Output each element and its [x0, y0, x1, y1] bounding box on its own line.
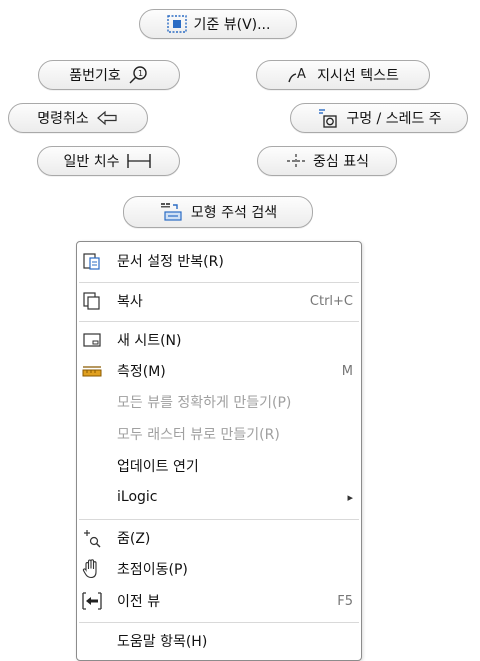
balloon-icon: 1 [127, 65, 149, 85]
context-menu: 문서 설정 반복(R) 복사 Ctrl+C 새 시트(N) 측정(M) M 모든… [76, 241, 362, 661]
leader-text-icon: A [287, 65, 311, 85]
base-view-icon [166, 14, 188, 34]
leader-text-button[interactable]: A 지시선 텍스트 [256, 60, 430, 90]
menu-item-shortcut: F5 [337, 593, 353, 609]
hole-thread-icon [316, 107, 340, 129]
ruler-icon [81, 360, 103, 382]
base-view-button[interactable]: 기준 뷰(V)... [139, 9, 297, 39]
menu-item-make-views-precise[interactable]: 모든 뷰를 정확하게 만들기(P) [77, 387, 361, 417]
retrieve-annotations-label: 모형 주석 검색 [190, 205, 278, 221]
menu-item-label: 복사 [117, 294, 143, 310]
menu-item-make-raster-views[interactable]: 모두 래스터 뷰로 만들기(R) [77, 419, 361, 449]
center-mark-icon [285, 152, 307, 170]
menu-item-shortcut: Ctrl+C [309, 293, 353, 309]
menu-item-label: iLogic [117, 489, 158, 505]
hole-thread-label: 구멍 / 스레드 주 [346, 111, 442, 127]
retrieve-annotations-button[interactable]: 모형 주석 검색 [123, 196, 313, 228]
menu-item-new-sheet[interactable]: 새 시트(N) [77, 325, 361, 355]
menu-item-help[interactable]: 도움말 항목(H) [77, 626, 361, 656]
menu-item-label: 새 시트(N) [117, 333, 182, 349]
menu-separator [79, 622, 359, 623]
menu-separator [79, 282, 359, 283]
center-mark-button[interactable]: 중심 표식 [257, 146, 397, 176]
menu-item-previous-view[interactable]: 이전 뷰 F5 [77, 586, 361, 616]
svg-text:A: A [297, 67, 306, 82]
retrieve-annotations-icon [159, 201, 185, 223]
menu-item-defer-update[interactable]: 업데이트 연기 [77, 451, 361, 481]
menu-item-measure[interactable]: 측정(M) M [77, 356, 361, 386]
menu-item-pan[interactable]: 초점이동(P) [77, 554, 361, 584]
balloon-label: 품번기호 [69, 68, 121, 84]
new-sheet-icon [81, 329, 103, 351]
hole-thread-button[interactable]: 구멍 / 스레드 주 [290, 103, 468, 133]
menu-item-label: 문서 설정 반복(R) [117, 254, 224, 270]
zoom-icon [81, 527, 103, 549]
menu-item-repeat-doc-settings[interactable]: 문서 설정 반복(R) [77, 246, 361, 276]
menu-item-ilogic[interactable]: iLogic ▸ [77, 482, 361, 512]
submenu-arrow-icon: ▸ [347, 490, 353, 504]
menu-item-copy[interactable]: 복사 Ctrl+C [77, 286, 361, 316]
base-view-label: 기준 뷰(V)... [193, 17, 271, 33]
menu-item-label: 측정(M) [117, 364, 166, 380]
menu-item-label: 초점이동(P) [117, 562, 188, 578]
cancel-label: 명령취소 [37, 111, 89, 127]
menu-item-zoom[interactable]: 줌(Z) [77, 523, 361, 553]
general-dimension-button[interactable]: 일반 치수 [37, 146, 180, 176]
menu-item-label: 업데이트 연기 [117, 459, 199, 475]
previous-view-icon [81, 590, 103, 612]
menu-item-shortcut: M [341, 363, 353, 379]
copy-icon [81, 290, 103, 312]
repeat-settings-icon [81, 250, 103, 272]
general-dimension-label: 일반 치수 [63, 154, 120, 170]
balloon-button[interactable]: 품번기호 1 [38, 60, 180, 90]
leader-text-label: 지시선 텍스트 [317, 68, 399, 84]
svg-text:1: 1 [138, 69, 143, 78]
back-arrow-icon [95, 110, 119, 126]
dimension-icon [125, 152, 153, 170]
menu-item-label: 줌(Z) [117, 531, 151, 547]
center-mark-label: 중심 표식 [313, 154, 369, 170]
menu-item-label: 도움말 항목(H) [117, 634, 208, 650]
menu-item-label: 모든 뷰를 정확하게 만들기(P) [117, 395, 292, 411]
hand-icon [81, 558, 103, 580]
menu-item-label: 모두 래스터 뷰로 만들기(R) [117, 427, 280, 443]
cancel-button[interactable]: 명령취소 [8, 103, 148, 133]
menu-separator [79, 321, 359, 322]
menu-separator [79, 519, 359, 520]
menu-item-label: 이전 뷰 [117, 594, 161, 610]
